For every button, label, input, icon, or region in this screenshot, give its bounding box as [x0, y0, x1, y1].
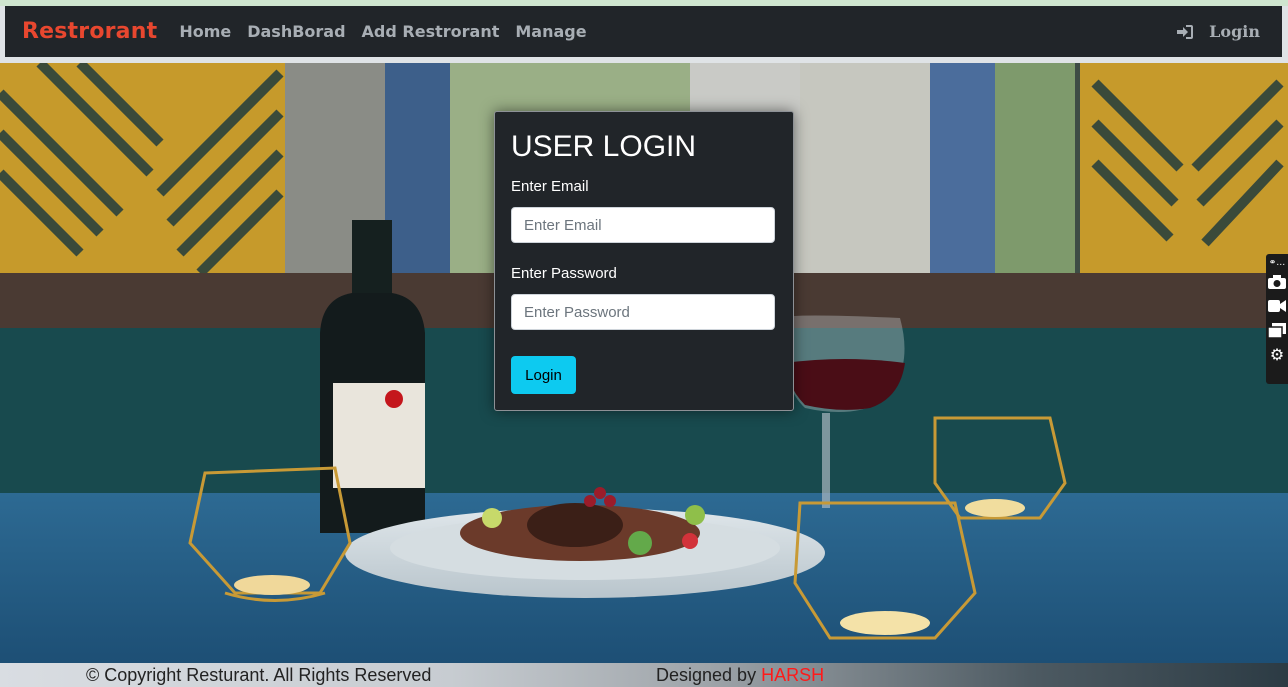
camera-icon[interactable]: [1266, 270, 1288, 294]
nav-link-manage[interactable]: Manage: [515, 22, 586, 41]
link-icon[interactable]: ⚭…: [1266, 256, 1288, 270]
password-label: Enter Password: [511, 265, 617, 282]
copyright-text: © Copyright Resturant. All Rights Reserv…: [86, 665, 432, 685]
nav-link-home[interactable]: Home: [179, 22, 231, 41]
gear-icon[interactable]: ⚙: [1266, 342, 1288, 366]
navbar: Restrorant Home DashBorad Add Restrorant…: [5, 6, 1282, 57]
nav-link-dashboard[interactable]: DashBorad: [247, 22, 345, 41]
video-icon[interactable]: [1266, 294, 1288, 318]
window-icon[interactable]: [1266, 318, 1288, 342]
email-label: Enter Email: [511, 178, 589, 195]
designed-by: Designed by HARSH: [656, 665, 824, 686]
sign-in-icon: [1177, 24, 1194, 39]
brand-logo[interactable]: Restrorant: [22, 19, 157, 44]
designer-name: HARSH: [761, 665, 825, 685]
nav-link-add-restaurant[interactable]: Add Restrorant: [362, 22, 500, 41]
side-toolbar: ⚭… ⚙: [1266, 254, 1288, 384]
login-submit-button[interactable]: Login: [511, 356, 576, 394]
nav-login-link[interactable]: Login: [1177, 22, 1260, 41]
email-input[interactable]: [511, 207, 775, 243]
footer: © Copyright Resturant. All Rights Reserv…: [0, 663, 1288, 687]
nav-login-label: Login: [1209, 22, 1260, 41]
designed-by-prefix: Designed by: [656, 665, 762, 685]
login-card: USER LOGIN Enter Email Enter Password Lo…: [494, 111, 794, 411]
login-title: USER LOGIN: [511, 130, 697, 163]
password-input[interactable]: [511, 294, 775, 330]
